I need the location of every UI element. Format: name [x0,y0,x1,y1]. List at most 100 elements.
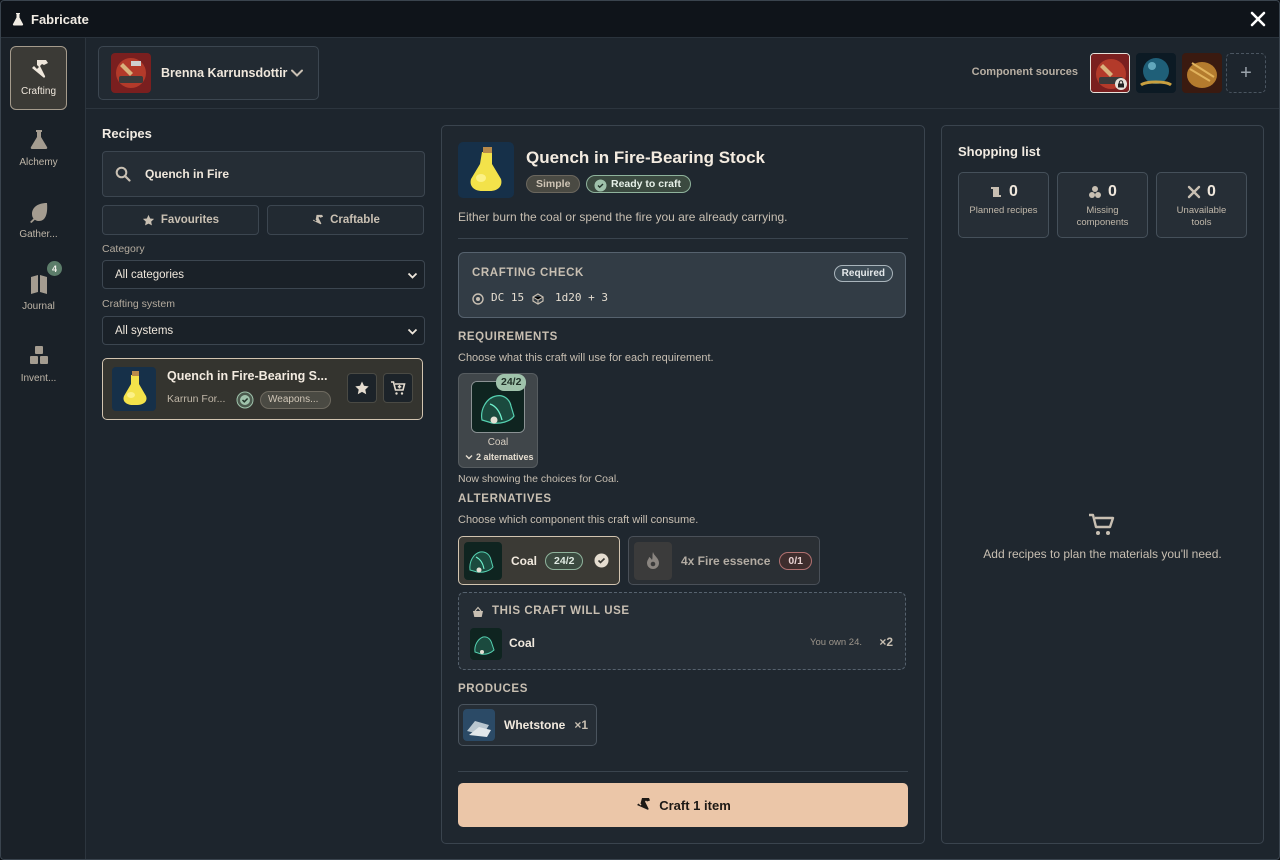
craft-will-use-box: THIS CRAFT WILL USE Coal You own 24. ×2 [458,592,906,670]
search-input[interactable] [145,167,385,181]
alternative-fire-essence[interactable]: 4x Fire essence 0/1 [628,536,820,585]
nav-label: Journal [22,301,55,312]
check-roll: 1d20 + 3 [555,291,608,304]
flask-icon [12,13,24,26]
flask-icon [30,130,47,149]
shopping-list-panel: Shopping list 0 Planned recipes 0 Missin… [941,125,1264,844]
source-anvil[interactable] [1090,53,1130,93]
nav-journal[interactable]: 4 Journal [10,261,67,326]
leaf-icon [29,203,47,223]
app-title: Fabricate [31,11,89,27]
produces-quantity: ×1 [574,718,589,732]
shopping-empty: Add recipes to plan the materials you'll… [983,547,1222,561]
source-pouch[interactable] [1182,53,1222,93]
nav-crafting[interactable]: Crafting [10,46,67,110]
chevron-down-icon [465,455,473,460]
craftable-label: Craftable [330,214,380,226]
character-avatar [111,53,151,93]
alternative-count: 24/2 [545,551,584,570]
nav-label: Crafting [20,86,56,97]
stat-label: Unavailable tools [1176,205,1227,228]
add-to-cart-button[interactable] [383,373,413,403]
whetstone-icon [463,709,495,741]
alternative-count: 0/1 [779,551,813,570]
sidebar: Crafting Alchemy Gather... 4 Journal Inv… [1,38,86,859]
star-icon [355,381,369,395]
recipe-search [102,151,425,197]
recipes-heading: Recipes [102,126,152,141]
produces-item: Whetstone ×1 [458,704,597,746]
character-selector[interactable]: Brenna Karrunsdottir [98,46,319,100]
scroll-icon [991,187,1002,197]
tools-icon [1187,185,1201,199]
alternatives-hint: Choose which component this craft will c… [458,514,699,526]
chevron-down-icon [291,69,303,77]
nav-gathering[interactable]: Gather... [10,190,67,254]
alternative-name: Coal [511,553,538,568]
category-value: All categories [115,268,185,281]
recipe-list-item[interactable]: Quench in Fire-Bearing S... Karrun For..… [102,358,423,420]
required-badge: Required [833,265,893,282]
favourites-filter-button[interactable]: Favourites [102,205,259,235]
app-window: Fabricate Crafting Alchemy Gather... 4 J… [0,0,1280,860]
recipe-source: Karrun For... [167,393,226,405]
flame-icon [634,541,672,580]
coal-icon [470,628,502,660]
unavailable-tools-stat: 0 Unavailable tools [1156,172,1247,238]
potion-icon [112,367,156,411]
cart-icon [1089,513,1115,535]
source-orb[interactable] [1136,53,1176,93]
difficulty-badge: Simple [526,175,581,193]
category-select[interactable]: All categories [102,260,425,289]
system-select[interactable]: All systems [102,316,425,345]
journal-badge: 4 [47,261,62,276]
ready-badge: Ready to craft [586,175,692,193]
planned-recipes-stat: 0 Planned recipes [958,172,1049,238]
check-dc: DC 15 [491,291,525,304]
check-circle-icon [594,179,607,191]
slot-name: Coal [487,437,509,448]
craft-button-label: Craft 1 item [659,797,731,813]
requirement-slot[interactable]: 24/2 Coal 2 alternatives [458,373,538,468]
hammer-icon [637,798,651,810]
nav-label: Invent... [20,373,57,384]
search-icon [115,166,131,182]
target-icon [472,293,484,305]
slot-alternatives-toggle[interactable]: 2 alternatives [465,452,534,462]
recipe-detail-panel: Quench in Fire-Bearing Stock Simple Read… [441,125,925,844]
recipe-description: Either burn the coal or spend the fire y… [458,210,788,224]
alternative-coal[interactable]: Coal 24/2 [458,536,620,585]
check-icon [236,391,254,409]
showing-choices: Now showing the choices for Coal. [458,473,620,485]
missing-components-stat: 0 Missing components [1057,172,1148,238]
favourite-button[interactable] [347,373,377,403]
chevron-down-icon [407,328,418,335]
favourites-label: Favourites [160,214,220,226]
add-source-button[interactable]: + [1226,53,1266,93]
crafting-check-heading: CRAFTING CHECK [472,267,584,279]
recipes-panel: Recipes Favourites Craftable Category Al… [102,126,425,420]
alternatives-heading: ALTERNATIVES [458,493,552,505]
slot-count: 24/2 [496,374,527,391]
produces-name: Whetstone [504,718,566,732]
nav-label: Gather... [19,229,58,240]
uses-quantity: ×2 [879,635,893,649]
craftable-filter-button[interactable]: Craftable [267,205,424,235]
uses-heading: THIS CRAFT WILL USE [492,605,630,617]
produces-heading: PRODUCES [458,683,528,695]
slot-alternatives: 2 alternatives [476,452,534,462]
alternative-name: 4x Fire essence [681,553,771,568]
nav-inventory[interactable]: Invent... [10,334,67,398]
uses-owned: You own 24. [810,637,862,648]
requirements-hint: Choose what this craft will use for each… [458,352,714,364]
craft-button[interactable]: Craft 1 item [458,783,908,827]
lock-icon [1115,78,1127,90]
stat-value: 0 [1207,183,1216,200]
divider [458,238,908,239]
cart-plus-icon [391,381,406,395]
star-icon [142,214,154,225]
close-icon[interactable] [1249,10,1267,28]
nav-alchemy[interactable]: Alchemy [10,118,67,182]
chevron-down-icon [407,272,418,279]
stat-value: 0 [1009,183,1018,200]
